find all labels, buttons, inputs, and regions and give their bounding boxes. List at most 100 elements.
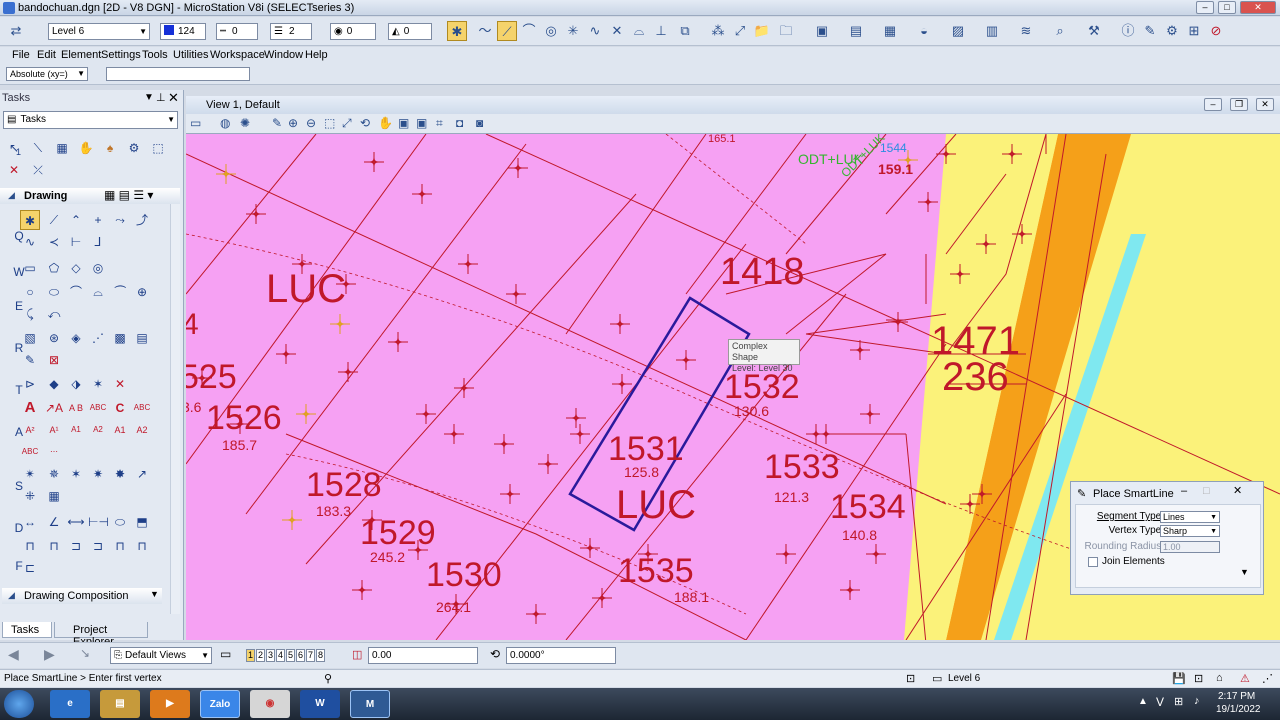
dim-size-tool-icon[interactable]: ⊢⊣	[88, 512, 109, 532]
task-tool-8-icon[interactable]: ✕	[4, 160, 24, 180]
dim-linear-tool-icon[interactable]: ⟷	[66, 512, 86, 532]
abc-text-tool-icon[interactable]: ABC	[88, 398, 108, 418]
dim-arc5-tool-icon[interactable]: ⊓	[110, 536, 130, 556]
message-icon[interactable]: ⚲	[324, 672, 332, 685]
accudraw-icon[interactable]: ⁂	[708, 21, 728, 41]
lighting-icon[interactable]: ✺	[240, 116, 250, 130]
task-tool-3-icon[interactable]: ▦	[52, 138, 72, 158]
ellipse-tool-icon[interactable]: ⬭	[44, 282, 64, 302]
forward-icon[interactable]: ▶	[44, 646, 55, 663]
line-tool-icon[interactable]: ⌃	[66, 210, 86, 230]
task-tool-2-icon[interactable]: ⟍	[28, 138, 48, 158]
dim-arc6-tool-icon[interactable]: ⊓	[132, 536, 152, 556]
place-line-icon[interactable]: ⟋	[497, 21, 517, 41]
references-icon[interactable]: 🗀	[776, 21, 796, 41]
view-button-8[interactable]: 8	[316, 649, 325, 662]
pointer-icon[interactable]: ↘	[80, 646, 90, 660]
view-previous-icon[interactable]: ▣	[398, 116, 409, 130]
zoom-in-icon[interactable]: ⊕	[288, 116, 298, 130]
start-button[interactable]	[4, 690, 34, 718]
active-level-icon[interactable]: ⇄	[6, 21, 26, 41]
saved-views-combo[interactable]: ⎘ Default Views ▼	[110, 647, 212, 664]
network-icon[interactable]: ⊞	[1174, 695, 1183, 708]
view-button-5[interactable]: 5	[286, 649, 295, 662]
smartline-tool-icon[interactable]: ⟋	[44, 210, 64, 230]
linear-pattern-tool-icon[interactable]: ⋰	[88, 328, 108, 348]
view-button-2[interactable]: 2	[256, 649, 265, 662]
half-ellipse-tool-icon[interactable]: ⏜	[110, 282, 130, 302]
display-style-icon[interactable]: ◍	[220, 116, 230, 130]
taskbar-ie-icon[interactable]: e	[50, 690, 90, 718]
dimension-tool-icon[interactable]: ⅃	[88, 232, 108, 252]
modify-arc-tool-icon[interactable]: ⤺	[44, 304, 64, 324]
tools-icon[interactable]: ⚒	[1084, 21, 1104, 41]
level-combo[interactable]: Level 6 ▼	[48, 23, 150, 40]
volume-icon[interactable]: ♪	[1194, 695, 1200, 707]
menu-tools[interactable]: Tools	[142, 49, 168, 61]
place-smartline-icon[interactable]: 〜	[475, 21, 495, 41]
measure-clear-tool-icon[interactable]: ✕	[110, 374, 130, 394]
taskbar-chrome-icon[interactable]: ◉	[250, 690, 290, 718]
text-number-tool-icon[interactable]: A1	[110, 420, 130, 440]
tab-project-explorer[interactable]: Project Explorer	[54, 622, 148, 648]
dialog-maximize-button[interactable]: □	[1203, 485, 1210, 497]
measure-tool-icon[interactable]: ⊳	[20, 374, 40, 394]
menu-window[interactable]: Window	[264, 49, 303, 61]
menu-file[interactable]: File	[12, 49, 30, 61]
element-selection-icon[interactable]: ✱	[447, 21, 467, 41]
cell-select-tool-icon[interactable]: ✵	[44, 464, 64, 484]
task-tool-6-icon[interactable]: ⚙	[124, 138, 144, 158]
cell-rotate-tool-icon[interactable]: ↗	[132, 464, 152, 484]
notes-icon[interactable]: ✎	[1140, 21, 1160, 41]
copy-text-tool-icon[interactable]: C	[110, 398, 130, 418]
dim-element-tool-icon[interactable]: ↔	[20, 512, 40, 532]
pin-icon[interactable]: ⊥	[156, 91, 166, 104]
measure-angle-tool-icon[interactable]: ✶	[88, 374, 108, 394]
dim-arc-tool-icon[interactable]: ⊓	[20, 536, 40, 556]
color-combo[interactable]: 124	[160, 23, 206, 40]
snap-icon[interactable]: ⤢	[730, 21, 750, 41]
search-icon[interactable]: ⌕	[1050, 21, 1070, 41]
edit-text-tool-icon[interactable]: ABC	[132, 398, 152, 418]
cell-define-tool-icon[interactable]: ✷	[88, 464, 108, 484]
text-attr-tool-icon[interactable]: A²	[20, 420, 40, 440]
tasks-scrollbar[interactable]	[170, 204, 180, 614]
settings-icon[interactable]: ⚙	[1162, 21, 1182, 41]
clip-mask-icon[interactable]: ◘	[456, 116, 463, 130]
levels-icon[interactable]: ▦	[880, 21, 900, 41]
segment-type-select[interactable]: Lines ▼	[1160, 511, 1220, 523]
close-button[interactable]: ✕	[1240, 1, 1276, 14]
view-button-1[interactable]: 1	[246, 649, 255, 662]
drawing-composition-header[interactable]: ◢ Drawing Composition ▼	[2, 588, 162, 604]
text-fields-tool-icon[interactable]: A2	[88, 420, 108, 440]
taskbar-zalo-icon[interactable]: Zalo	[200, 690, 240, 718]
place-circle-icon[interactable]: ◎	[541, 21, 561, 41]
view-icon[interactable]: ▣	[812, 21, 832, 41]
view-button-4[interactable]: 4	[276, 649, 285, 662]
text-along-tool-icon[interactable]: ↗A	[44, 398, 64, 418]
menu-element[interactable]: Element	[61, 49, 101, 61]
vertex-type-select[interactable]: Sharp ▼	[1160, 525, 1220, 537]
arc2-tool-icon[interactable]: ⌓	[88, 282, 108, 302]
measure-area-tool-icon[interactable]: ◆	[44, 374, 64, 394]
pattern-tool-icon[interactable]: ◈	[66, 328, 86, 348]
view-mode-icons[interactable]: ▦ ▤ ☰ ▾	[104, 188, 153, 202]
multiline-tool-icon[interactable]: ≺	[44, 232, 64, 252]
disable-icon[interactable]: ⊘	[1206, 21, 1226, 41]
join-elements-checkbox[interactable]	[1088, 557, 1098, 567]
angle-field[interactable]: 0.0000°	[506, 647, 616, 664]
maximize-button[interactable]: □	[1218, 1, 1236, 14]
view-close-button[interactable]: ✕	[1256, 98, 1274, 111]
fit-view-icon[interactable]: ⧉	[675, 21, 695, 41]
dialog-close-button[interactable]: ✕	[1233, 484, 1242, 497]
taskbar-word-icon[interactable]: W	[300, 690, 340, 718]
lock-icon[interactable]: ⊡	[906, 672, 915, 685]
coordinate-mode-combo[interactable]: Absolute (xy=) ▼	[6, 67, 88, 81]
quarter-tool-icon[interactable]: ⊕	[132, 282, 152, 302]
dim-angle-tool-icon[interactable]: ∠	[44, 512, 64, 532]
fillet-icon[interactable]: ⌓	[629, 21, 649, 41]
construct-tool-icon[interactable]: ⊢	[66, 232, 86, 252]
enter-data-tool-icon[interactable]: ⋯	[44, 442, 64, 462]
open-folder-icon[interactable]: 📁	[752, 21, 772, 41]
curve-tool-icon[interactable]: ∿	[20, 232, 40, 252]
